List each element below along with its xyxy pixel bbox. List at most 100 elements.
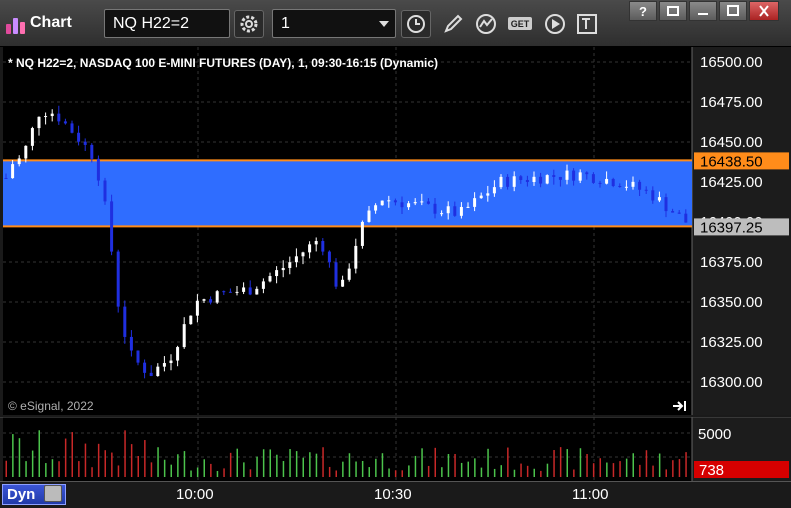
candle-body — [182, 324, 186, 348]
volume-bar — [599, 458, 601, 477]
volume-last-label: 738 — [699, 462, 724, 479]
scroll-right-icon[interactable] — [672, 400, 688, 412]
candle-body — [624, 186, 628, 188]
candle-body — [644, 189, 648, 191]
restore-button[interactable] — [659, 1, 687, 21]
volume-bar — [269, 449, 271, 477]
candle-body — [354, 245, 358, 269]
interval-select[interactable]: 1 — [272, 9, 396, 38]
candle-body — [565, 170, 569, 180]
candle-body — [103, 180, 107, 202]
close-button[interactable] — [749, 1, 779, 21]
chevron-down-icon — [379, 21, 389, 27]
volume-bar — [216, 470, 219, 477]
candle-body — [235, 291, 239, 293]
candle-body — [334, 262, 338, 287]
help-button[interactable]: ? — [629, 1, 657, 21]
candle-body — [433, 203, 437, 214]
volume-bar — [520, 463, 522, 477]
candle-body — [545, 175, 549, 184]
candle-body — [387, 200, 391, 202]
symbol-input[interactable]: NQ H22=2 — [104, 9, 230, 38]
candle-body — [400, 202, 404, 208]
candle-body — [63, 121, 67, 124]
volume-bar — [355, 461, 357, 477]
volume-bar — [249, 469, 252, 477]
volume-bar — [460, 462, 463, 477]
volume-bar — [335, 470, 337, 477]
candle-body — [136, 350, 140, 363]
candle-body — [268, 276, 272, 282]
band-upper-label: 16438.50 — [700, 153, 763, 170]
volume-bar — [104, 450, 106, 477]
volume-bar — [58, 461, 60, 477]
play-button[interactable] — [541, 10, 569, 38]
candle-body — [129, 336, 133, 351]
close-icon — [759, 5, 769, 17]
candle-body — [420, 201, 424, 203]
settings-button[interactable] — [234, 10, 264, 38]
volume-bar — [262, 449, 265, 477]
get-icon: GET — [508, 17, 532, 30]
candle-body — [294, 256, 298, 263]
minimize-button[interactable] — [689, 1, 717, 21]
chart-header: * NQ H22=2, NASDAQ 100 E-MINI FUTURES (D… — [8, 56, 439, 70]
volume-bar — [467, 461, 469, 477]
time-tick-label: 10:30 — [374, 486, 412, 503]
volume-bar — [348, 453, 351, 477]
volume-bar — [196, 467, 199, 477]
volume-bar — [381, 453, 384, 477]
candle-body — [57, 113, 61, 122]
volume-bar — [401, 470, 403, 477]
price-chart[interactable]: 16500.0016475.0016450.0016425.0016400.00… — [0, 47, 791, 415]
candle-body — [149, 372, 153, 377]
candle-body — [248, 287, 252, 295]
lock-icon[interactable] — [44, 485, 62, 502]
candle-body — [24, 145, 28, 159]
svg-text:GET: GET — [511, 19, 530, 29]
volume-bar — [163, 459, 166, 477]
candle-body — [598, 182, 602, 184]
candle-body — [459, 206, 463, 216]
candle-body — [17, 158, 21, 165]
candle-body — [631, 181, 635, 187]
volume-bar — [177, 454, 179, 477]
volume-bar — [507, 447, 509, 477]
volume-bar — [236, 448, 238, 477]
volume-bar — [302, 457, 304, 477]
maximize-icon — [727, 5, 739, 16]
candle-body — [519, 176, 523, 180]
volume-bar — [586, 454, 588, 477]
minimize-icon — [698, 13, 708, 15]
volume-bar — [38, 430, 40, 477]
text-icon — [577, 14, 597, 34]
candle-body — [671, 211, 675, 213]
volume-bar — [223, 468, 225, 477]
volume-chart[interactable]: 5000 738 — [0, 417, 791, 481]
maximize-button[interactable] — [719, 1, 747, 21]
volume-bar — [111, 452, 113, 477]
volume-bar — [157, 447, 159, 477]
volume-bar — [31, 450, 34, 477]
candle-body — [413, 202, 417, 204]
cursor-button[interactable] — [473, 10, 501, 38]
candle-body — [169, 360, 173, 364]
time-button[interactable] — [401, 10, 431, 38]
text-button[interactable] — [573, 10, 601, 38]
candle-body — [176, 347, 180, 361]
volume-bar — [658, 453, 661, 477]
time-tick-label: 11:00 — [572, 486, 609, 503]
time-tick-label: 10:00 — [176, 486, 214, 503]
candle-body — [558, 176, 562, 180]
candle-body — [512, 176, 516, 187]
draw-button[interactable] — [439, 10, 467, 38]
get-button[interactable]: GET — [506, 10, 536, 38]
candle-body — [638, 181, 642, 190]
volume-bar — [295, 451, 298, 477]
volume-bar — [434, 447, 436, 477]
interval-value: 1 — [281, 15, 290, 32]
volume-bar — [64, 438, 67, 477]
volume-bar — [5, 460, 7, 477]
price-tick-label: 16475.00 — [700, 94, 763, 111]
volume-bar — [625, 458, 628, 477]
